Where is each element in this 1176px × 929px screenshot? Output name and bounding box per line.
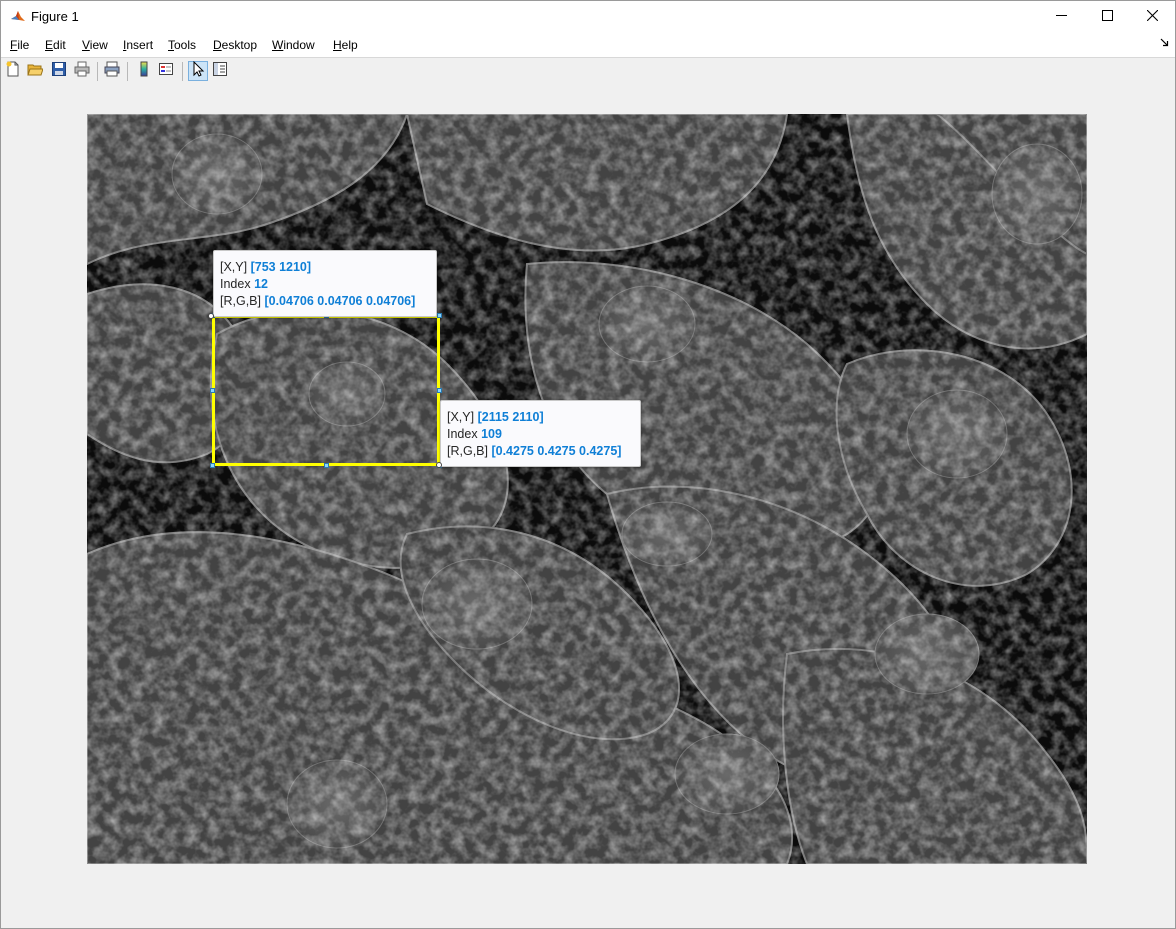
new-figure-button[interactable] — [3, 61, 23, 81]
roi-handle[interactable] — [324, 463, 329, 468]
maximize-button[interactable] — [1084, 1, 1130, 32]
window-title: Figure 1 — [31, 9, 79, 24]
datatip-xy-row: [X,Y] [753 1210] — [220, 260, 312, 274]
datatip-index-row: Index 12 — [220, 277, 268, 291]
menu-desktop[interactable]: Desktop — [213, 38, 257, 52]
minimize-button[interactable] — [1038, 1, 1084, 32]
print-icon — [74, 61, 90, 82]
menu-help[interactable]: Help — [333, 38, 358, 52]
print-preview-button[interactable] — [102, 61, 122, 81]
microscopy-image[interactable] — [87, 114, 1087, 864]
toolbar-separator — [97, 62, 98, 81]
figure-toolbar — [1, 57, 1175, 86]
insert-colorbar-icon — [136, 61, 152, 82]
property-inspector-icon — [212, 61, 228, 82]
insert-legend-icon — [158, 61, 174, 82]
insert-colorbar-button[interactable] — [134, 61, 154, 81]
toolbar-separator — [127, 62, 128, 81]
print-button[interactable] — [72, 61, 92, 81]
toolbar-separator — [182, 62, 183, 81]
new-figure-icon — [5, 61, 21, 82]
menu-file[interactable]: File — [10, 38, 29, 52]
menu-tools[interactable]: Tools — [168, 38, 196, 52]
matlab-logo-icon — [10, 8, 26, 24]
roi-handle[interactable] — [210, 463, 215, 468]
menu-insert[interactable]: Insert — [123, 38, 153, 52]
minimize-icon — [1055, 8, 1067, 26]
open-file-button[interactable] — [25, 61, 45, 81]
roi-handle[interactable] — [210, 388, 215, 393]
insert-legend-button[interactable] — [156, 61, 176, 81]
maximize-icon — [1101, 8, 1113, 26]
print-preview-icon — [104, 61, 120, 82]
datatip-rgb-row: [R,G,B] [0.04706 0.04706 0.04706] — [220, 294, 416, 308]
datatip[interactable]: [X,Y] [2115 2110] Index 109 [R,G,B] [0.4… — [440, 400, 641, 467]
datatip-index-row: Index 109 — [447, 427, 502, 441]
close-button[interactable] — [1129, 1, 1175, 32]
menu-view[interactable]: View — [82, 38, 108, 52]
save-icon — [51, 61, 67, 82]
open-file-icon — [27, 61, 44, 82]
dock-figure-icon[interactable] — [1160, 38, 1169, 50]
roi-rectangle[interactable] — [212, 315, 440, 466]
roi-handle[interactable] — [437, 388, 442, 393]
edit-plot-pointer-icon — [190, 60, 206, 82]
menu-edit[interactable]: Edit — [45, 38, 66, 52]
datatip[interactable]: [X,Y] [753 1210] Index 12 [R,G,B] [0.047… — [213, 250, 437, 317]
datatip-xy-row: [X,Y] [2115 2110] — [447, 410, 544, 424]
menu-bar: File Edit View Insert Tools Desktop Wind… — [1, 32, 1175, 57]
datatip-anchor[interactable] — [208, 313, 214, 319]
close-icon — [1146, 8, 1158, 26]
save-button[interactable] — [49, 61, 69, 81]
datatip-rgb-row: [R,G,B] [0.4275 0.4275 0.4275] — [447, 444, 622, 458]
cell-image-graphic — [87, 114, 1087, 864]
roi-handle[interactable] — [437, 313, 442, 318]
menu-window[interactable]: Window — [272, 38, 315, 52]
property-inspector-button[interactable] — [210, 61, 230, 81]
datatip-anchor[interactable] — [436, 462, 442, 468]
title-bar[interactable]: Figure 1 — [1, 1, 1175, 32]
edit-plot-button[interactable] — [188, 60, 208, 82]
